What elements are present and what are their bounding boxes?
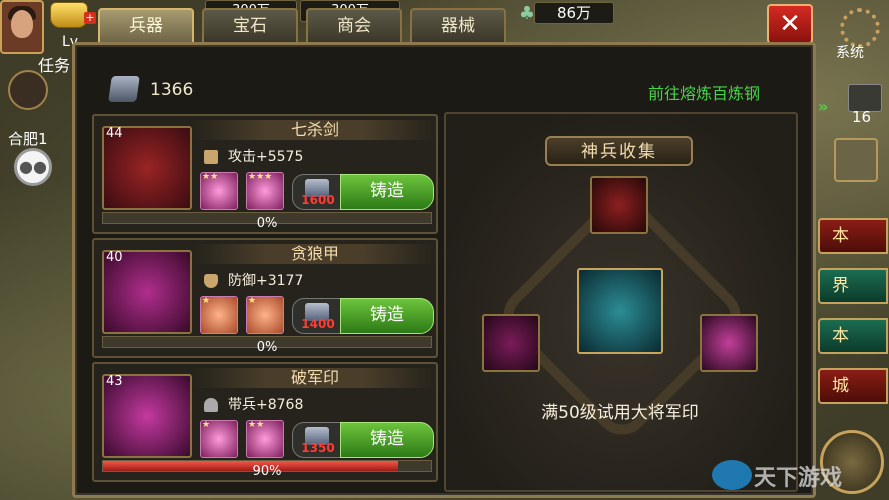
gold-ingot-icon — [50, 2, 88, 28]
forge-button[interactable]: 铸造 — [340, 174, 434, 210]
tab-machines[interactable]: 器械 — [410, 8, 506, 44]
item-name: 七杀剑 — [194, 120, 436, 140]
tab-weapons[interactable]: 兵器 — [98, 8, 194, 44]
gem-icon[interactable]: ★★ — [200, 172, 238, 210]
progress-text: 0% — [256, 340, 278, 355]
forge-button[interactable]: 铸造 — [340, 298, 434, 334]
ore-icon — [108, 76, 140, 102]
ore-count: 1366 — [150, 80, 194, 100]
collection-caption: 满50级试用大将军印 — [541, 403, 699, 423]
item-level: 44 — [106, 126, 123, 141]
city-label: 合肥1 — [8, 130, 48, 148]
side-button-1[interactable]: 本 — [818, 218, 888, 254]
cost-box: 1600 — [292, 174, 344, 210]
tab-gems[interactable]: 宝石 — [202, 8, 298, 44]
star-icon: ★★★ — [248, 172, 273, 182]
gem-icon[interactable]: ★ — [200, 296, 238, 334]
side-button-3[interactable]: 本 — [818, 318, 888, 354]
lantern-icon[interactable] — [834, 138, 878, 182]
gem-icon[interactable]: ★ — [200, 420, 238, 458]
task-icon[interactable] — [8, 70, 48, 110]
item-stat: 带兵+8768 — [228, 397, 304, 413]
go-smelt-link[interactable]: 前往熔炼百炼钢 — [648, 80, 760, 104]
cost-box: 1400 — [292, 298, 344, 334]
item-stat: 防御+3177 — [228, 273, 304, 289]
cost-box: 1350 — [292, 422, 344, 458]
cost-amount: 1350 — [301, 441, 335, 455]
collection-sword-slot[interactable] — [590, 176, 648, 234]
chat-bubble-icon[interactable]: ●● — [14, 148, 52, 186]
close-button[interactable]: ✕ — [767, 4, 813, 44]
tab-guild[interactable]: 商会 — [306, 8, 402, 44]
chest-count: 16 — [852, 108, 872, 126]
watermark-text: 天下游戏 — [754, 466, 843, 491]
item-card-seal: 43 破军印 带兵+8768 ★ ★★ 1350 铸造 90% — [92, 362, 438, 482]
gem-icon[interactable]: ★★★ — [246, 172, 284, 210]
item-card-armor: 40 贪狼甲 防御+3177 ★ ★ 1400 铸造 0% — [92, 238, 438, 358]
gem-icon[interactable]: ★★ — [246, 420, 284, 458]
gem-icon[interactable]: ★ — [246, 296, 284, 334]
progress-text: 90% — [252, 464, 282, 479]
item-level: 40 — [106, 250, 123, 265]
progress-text: 0% — [256, 216, 278, 231]
collection-seal-slot[interactable] — [700, 314, 758, 372]
item-stat: 攻击+5575 — [228, 149, 304, 165]
task-label[interactable]: 任务 — [38, 52, 70, 76]
attack-icon — [204, 150, 218, 164]
star-icon: ★ — [202, 296, 211, 306]
shield-icon — [204, 274, 218, 288]
troops-icon — [204, 398, 218, 412]
star-icon: ★ — [202, 420, 211, 430]
system-label[interactable]: 系统 — [836, 42, 864, 62]
collection-title: 神兵收集 — [545, 136, 693, 166]
cost-amount: 1400 — [301, 317, 335, 331]
expand-arrows-icon[interactable]: » — [818, 96, 844, 118]
cost-amount: 1600 — [301, 193, 335, 207]
forge-button[interactable]: 铸造 — [340, 422, 434, 458]
side-button-2[interactable]: 界 — [818, 268, 888, 304]
silver-amount: 86万 — [534, 2, 614, 24]
player-avatar[interactable] — [0, 0, 44, 54]
star-icon: ★ — [248, 296, 257, 306]
collection-center-weapon[interactable] — [577, 268, 663, 354]
star-icon: ★★ — [248, 420, 265, 430]
item-name: 贪狼甲 — [194, 244, 436, 264]
side-button-4[interactable]: 城 — [818, 368, 888, 404]
item-level: 43 — [106, 374, 123, 389]
watermark-logo — [712, 460, 752, 490]
collection-armor-slot[interactable] — [482, 314, 540, 372]
item-card-sword: 44 七杀剑 攻击+5575 ★★ ★★★ 1600 铸造 0% — [92, 114, 438, 234]
star-icon: ★★ — [202, 172, 219, 182]
add-gold-icon[interactable]: + — [84, 12, 96, 24]
avatar-face — [11, 10, 33, 38]
item-name: 破军印 — [194, 368, 436, 388]
